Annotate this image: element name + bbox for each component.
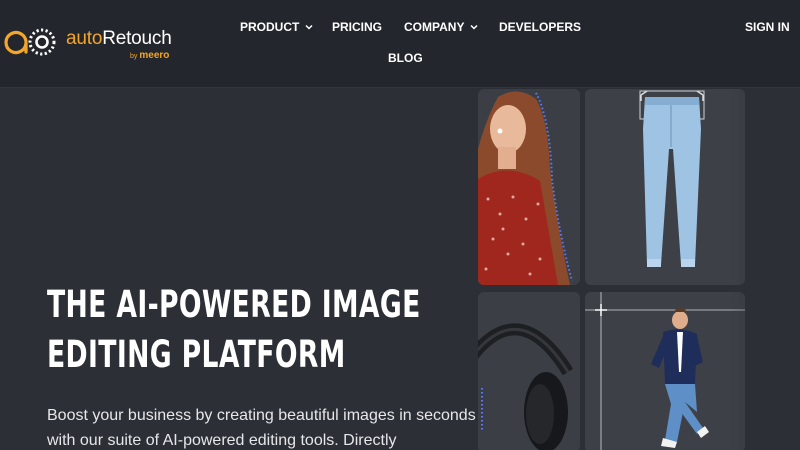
nav-item-developers[interactable]: DEVELOPERS [499,20,581,34]
hero-title-line1: THE AI-POWERED IMAGE [47,283,421,326]
headphones-photo [478,292,580,450]
woman-red-dress-photo [478,89,580,285]
hero-title: THE AI-POWERED IMAGE EDITING PLATFORM [47,280,421,380]
hero-title-line2: EDITING PLATFORM [47,333,346,376]
image-fade-overlay [730,89,800,450]
hero-subtitle: Boost your business by creating beautifu… [47,407,476,449]
nav-item-label: DEVELOPERS [499,20,582,34]
nav-item-label: COMPANY [404,20,465,34]
man-jumping-photo [585,292,745,450]
brand-name: autoRetouch [66,28,172,49]
nav-item-company[interactable]: COMPANY [404,20,479,34]
chevron-down-icon [305,24,313,30]
nav-item-label: BLOG [388,51,423,65]
nav-item-label: PRODUCT [240,20,300,34]
hero-image-headphones [478,292,580,450]
chevron-down-icon [470,24,478,30]
hero-image-woman [478,89,580,285]
hero-image-jeans [585,89,745,285]
autoretouch-logo[interactable]: autoRetouch by meero [4,23,174,63]
nav-item-blog[interactable]: BLOG [388,51,423,65]
nav-item-product[interactable]: PRODUCT [240,20,314,34]
nav-item-pricing[interactable]: PRICING [332,20,382,34]
hero-image-man [585,292,745,450]
top-navigation-bar: autoRetouch by meero PRODUCT PRICING COM… [0,0,800,88]
brand-byline: by meero [130,50,170,61]
nav-item-label: PRICING [332,20,383,34]
sign-in-link[interactable]: SIGN IN [745,20,790,34]
logo-mark-icon [4,28,56,56]
jeans-photo [585,89,745,285]
